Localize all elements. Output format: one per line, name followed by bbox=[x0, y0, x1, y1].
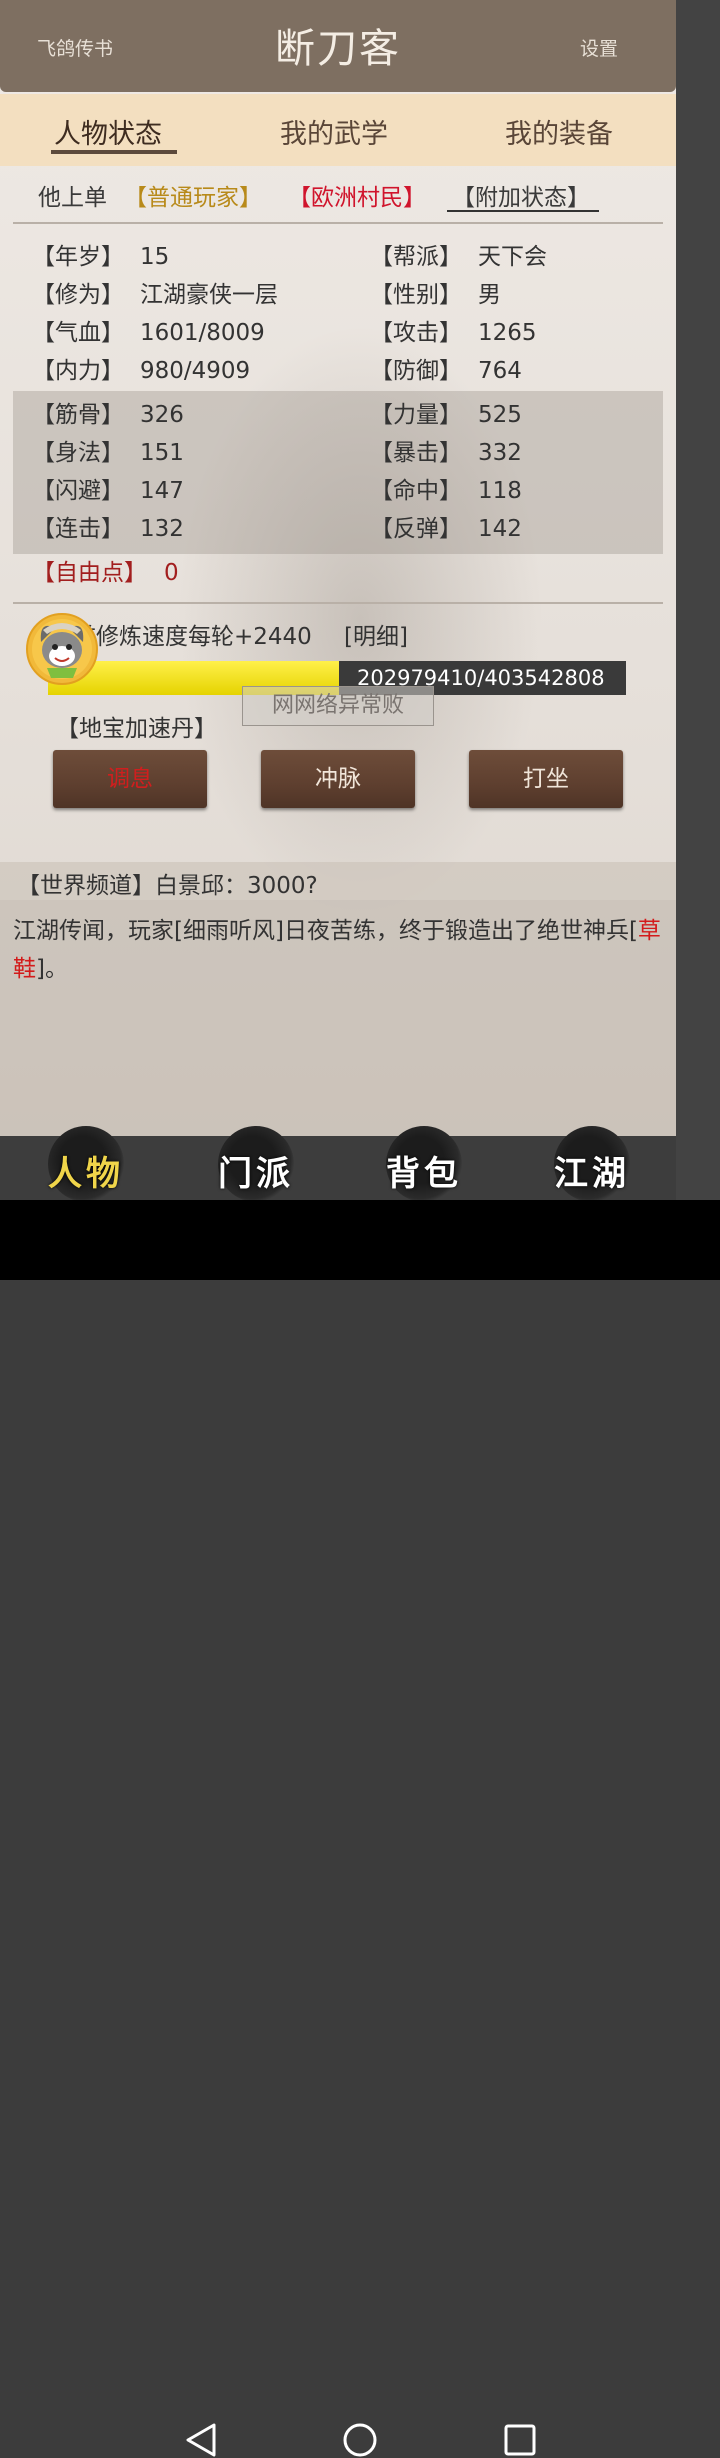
stat-label: 【攻击】 bbox=[370, 320, 462, 346]
recents-icon[interactable] bbox=[504, 2424, 536, 2456]
nav-sect[interactable]: 门派 bbox=[196, 1126, 316, 1200]
game-screen: 飞鸽传书 断刀客 设置 人物状态 我的武学 我的装备 他上单 【普通玩家】 【欧… bbox=[0, 0, 676, 1200]
cultivation-detail-link[interactable]: [明细] bbox=[344, 617, 408, 651]
speed-pill-item[interactable]: 【地宝加速丹】 bbox=[56, 709, 217, 743]
stat-value: 764 bbox=[478, 358, 522, 384]
message-panel: 江湖传闻，玩家[细雨听风]日夜苦练，终于锻造出了绝世神兵[草鞋]。 bbox=[0, 900, 676, 1136]
divider bbox=[13, 602, 663, 604]
back-icon[interactable] bbox=[184, 2422, 218, 2458]
active-subtab-indicator bbox=[447, 210, 599, 212]
stat-value: 15 bbox=[140, 244, 170, 270]
stat-value: 男 bbox=[478, 282, 501, 308]
stat-value: 980/4909 bbox=[140, 358, 251, 384]
subtab-normal-player[interactable]: 【普通玩家】 bbox=[124, 178, 262, 212]
stat-label: 【暴击】 bbox=[370, 440, 462, 466]
nav-label: 背包 bbox=[386, 1154, 462, 1194]
stat-value: 332 bbox=[478, 440, 522, 466]
tab-martial-arts[interactable]: 我的武学 bbox=[280, 112, 388, 151]
system-message: 江湖传闻，玩家[细雨听风]日夜苦练，终于锻造出了绝世神兵[草鞋]。 bbox=[13, 912, 663, 988]
stat-value: 525 bbox=[478, 402, 522, 428]
world-channel-bar[interactable]: 【世界频道】白景邱：3000? bbox=[0, 862, 676, 900]
stat-label: 【筋骨】 bbox=[32, 402, 124, 428]
tab-bar: 人物状态 我的武学 我的装备 bbox=[0, 94, 676, 166]
subtab-extra-status[interactable]: 【附加状态】 bbox=[452, 178, 590, 212]
meditate-button[interactable]: 打坐 bbox=[469, 750, 623, 808]
message-text-end: ]。 bbox=[36, 956, 68, 982]
subtab-region[interactable]: 【欧洲村民】 bbox=[288, 178, 426, 212]
stat-label: 【修为】 bbox=[32, 282, 124, 308]
stat-label: 【防御】 bbox=[370, 358, 462, 384]
mascot-avatar-icon[interactable] bbox=[25, 612, 99, 686]
stat-value: 118 bbox=[478, 478, 522, 504]
free-points-label: 【自由点】 bbox=[32, 560, 147, 586]
system-navigation-bar bbox=[0, 1200, 720, 2457]
free-points-value: 0 bbox=[164, 560, 179, 586]
stat-value: 天下会 bbox=[478, 244, 547, 270]
nav-character[interactable]: 人物 bbox=[26, 1126, 146, 1200]
stat-label: 【帮派】 bbox=[370, 244, 462, 270]
top-bar: 飞鸽传书 断刀客 设置 bbox=[0, 0, 676, 92]
free-points[interactable]: 【自由点】 0 bbox=[32, 556, 179, 590]
stat-value: 132 bbox=[140, 516, 184, 542]
stat-value: 江湖豪侠一层 bbox=[140, 282, 278, 308]
nav-bag[interactable]: 背包 bbox=[364, 1126, 484, 1200]
stat-label: 【气血】 bbox=[32, 320, 124, 346]
stat-value: 1265 bbox=[478, 320, 537, 346]
nav-label: 门派 bbox=[218, 1154, 294, 1194]
nav-label: 人物 bbox=[48, 1154, 124, 1194]
active-tab-indicator bbox=[51, 150, 177, 154]
message-text: 江湖传闻，玩家[细雨听风]日夜苦练，终于锻造出了绝世神兵[ bbox=[13, 918, 638, 944]
player-name: 他上单 bbox=[38, 185, 107, 211]
stat-value: 147 bbox=[140, 478, 184, 504]
stat-label: 【性别】 bbox=[370, 282, 462, 308]
rest-button[interactable]: 调息 bbox=[53, 750, 207, 808]
stat-label: 【连击】 bbox=[32, 516, 124, 542]
stat-label: 【年岁】 bbox=[32, 244, 124, 270]
stat-value: 151 bbox=[140, 440, 184, 466]
stat-value: 326 bbox=[140, 402, 184, 428]
world-channel-text: 【世界频道】白景邱：3000? bbox=[17, 873, 318, 899]
stat-value: 1601/8009 bbox=[140, 320, 265, 346]
game-title: 断刀客 bbox=[275, 26, 401, 72]
stat-label: 【身法】 bbox=[32, 440, 124, 466]
tab-equipment[interactable]: 我的装备 bbox=[505, 112, 613, 151]
bottom-navigation: 人物 门派 背包 江湖 bbox=[0, 1126, 676, 1200]
stat-label: 【反弹】 bbox=[370, 516, 462, 542]
settings-button[interactable]: 设置 bbox=[580, 34, 618, 61]
stat-label: 【内力】 bbox=[32, 358, 124, 384]
status-subtabs: 他上单 【普通玩家】 【欧洲村民】 【附加状态】 bbox=[0, 174, 676, 214]
tab-character-status[interactable]: 人物状态 bbox=[54, 112, 162, 151]
nav-jianghu[interactable]: 江湖 bbox=[532, 1126, 652, 1200]
meridian-button[interactable]: 冲脉 bbox=[261, 750, 415, 808]
stat-label: 【命中】 bbox=[370, 478, 462, 504]
nav-label: 江湖 bbox=[554, 1154, 630, 1194]
stat-label: 【力量】 bbox=[370, 402, 462, 428]
screen-edge bbox=[676, 0, 720, 1200]
stat-label: 【闪避】 bbox=[32, 478, 124, 504]
stat-value: 142 bbox=[478, 516, 522, 542]
home-icon[interactable] bbox=[342, 2422, 378, 2458]
network-error-toast: 网网络异常败 bbox=[242, 686, 434, 726]
divider bbox=[13, 222, 663, 224]
